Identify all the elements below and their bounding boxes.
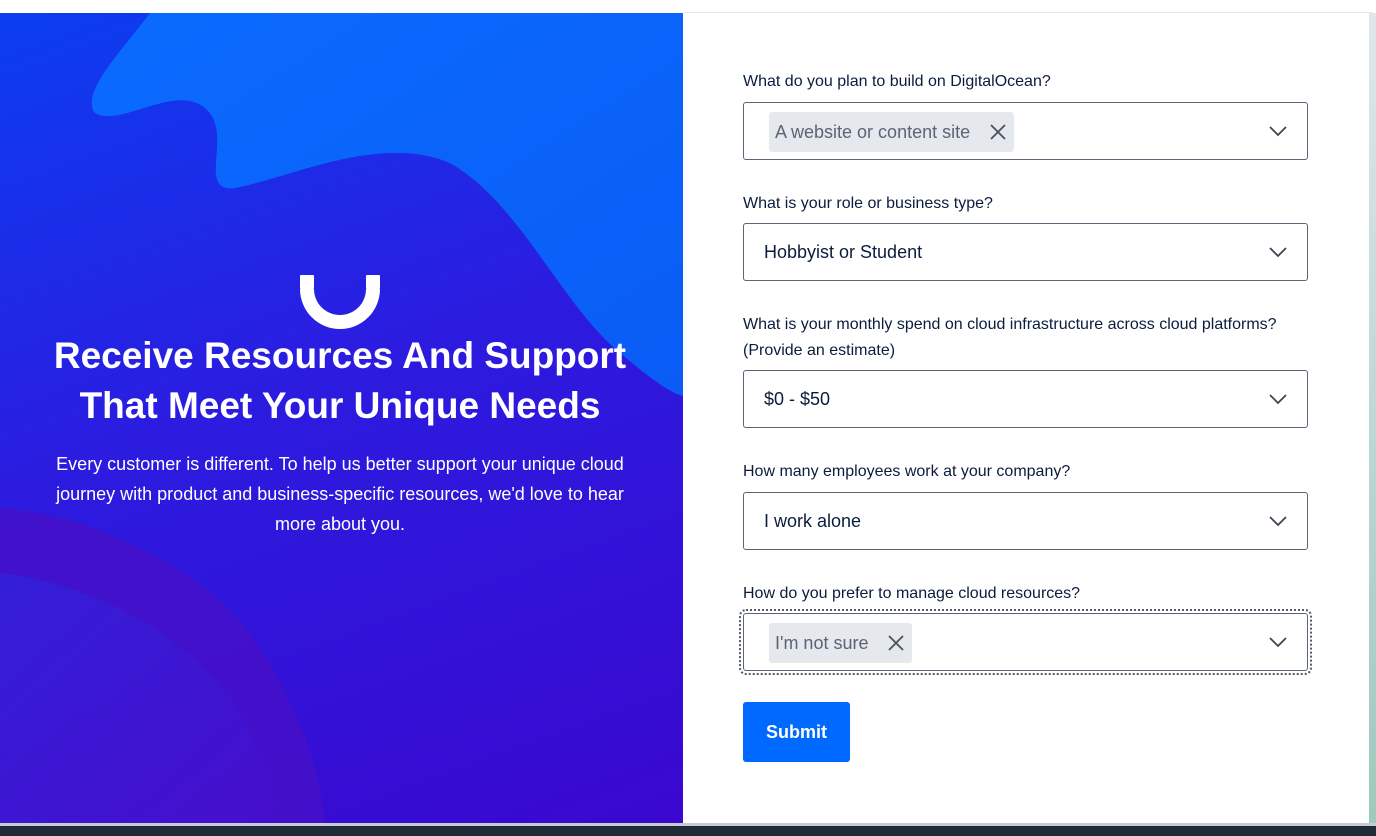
employees-question-label: How many employees work at your company? bbox=[743, 463, 1071, 480]
window-right-edge bbox=[1369, 13, 1376, 823]
manage-question-label: How do you prefer to manage cloud resour… bbox=[743, 585, 1081, 602]
manage-select[interactable]: I'm not sure bbox=[739, 609, 1312, 675]
hero-panel: Receive Resources And Support That Meet … bbox=[0, 13, 683, 823]
employees-select[interactable]: I work alone bbox=[743, 492, 1308, 550]
chevron-down-icon[interactable] bbox=[1269, 245, 1287, 259]
chevron-down-icon[interactable] bbox=[1269, 124, 1287, 138]
spend-select[interactable]: $0 - $50 bbox=[743, 370, 1308, 428]
role-select[interactable]: Hobbyist or Student bbox=[743, 223, 1308, 281]
chevron-down-icon[interactable] bbox=[1269, 514, 1287, 528]
top-divider bbox=[683, 12, 1373, 13]
taskbar-divider bbox=[0, 823, 1376, 826]
taskbar bbox=[0, 823, 1376, 836]
selected-chip: I'm not sure bbox=[769, 623, 913, 663]
role-value: Hobbyist or Student bbox=[764, 242, 923, 262]
close-icon[interactable] bbox=[886, 633, 906, 653]
chevron-down-icon[interactable] bbox=[1269, 635, 1287, 649]
selected-chip: A website or content site bbox=[769, 112, 1015, 152]
employees-value: I work alone bbox=[764, 511, 862, 531]
build-question-label: What do you plan to build on DigitalOcea… bbox=[743, 73, 1051, 90]
hero-description: Every customer is different. To help us … bbox=[56, 454, 624, 534]
hero-title: Receive Resources And Support That Meet … bbox=[53, 335, 627, 426]
digitalocean-smile-logo bbox=[300, 275, 380, 329]
chip-label: A website or content site bbox=[775, 121, 971, 142]
chevron-down-icon[interactable] bbox=[1269, 392, 1287, 406]
spend-question-label: What is your monthly spend on cloud infr… bbox=[743, 316, 1277, 359]
spend-value: $0 - $50 bbox=[764, 389, 831, 409]
close-icon[interactable] bbox=[988, 122, 1008, 142]
role-question-label: What is your role or business type? bbox=[743, 195, 993, 212]
build-select[interactable]: A website or content site bbox=[743, 102, 1308, 160]
chip-label: I'm not sure bbox=[775, 632, 869, 653]
submit-button[interactable]: Submit bbox=[743, 702, 850, 762]
